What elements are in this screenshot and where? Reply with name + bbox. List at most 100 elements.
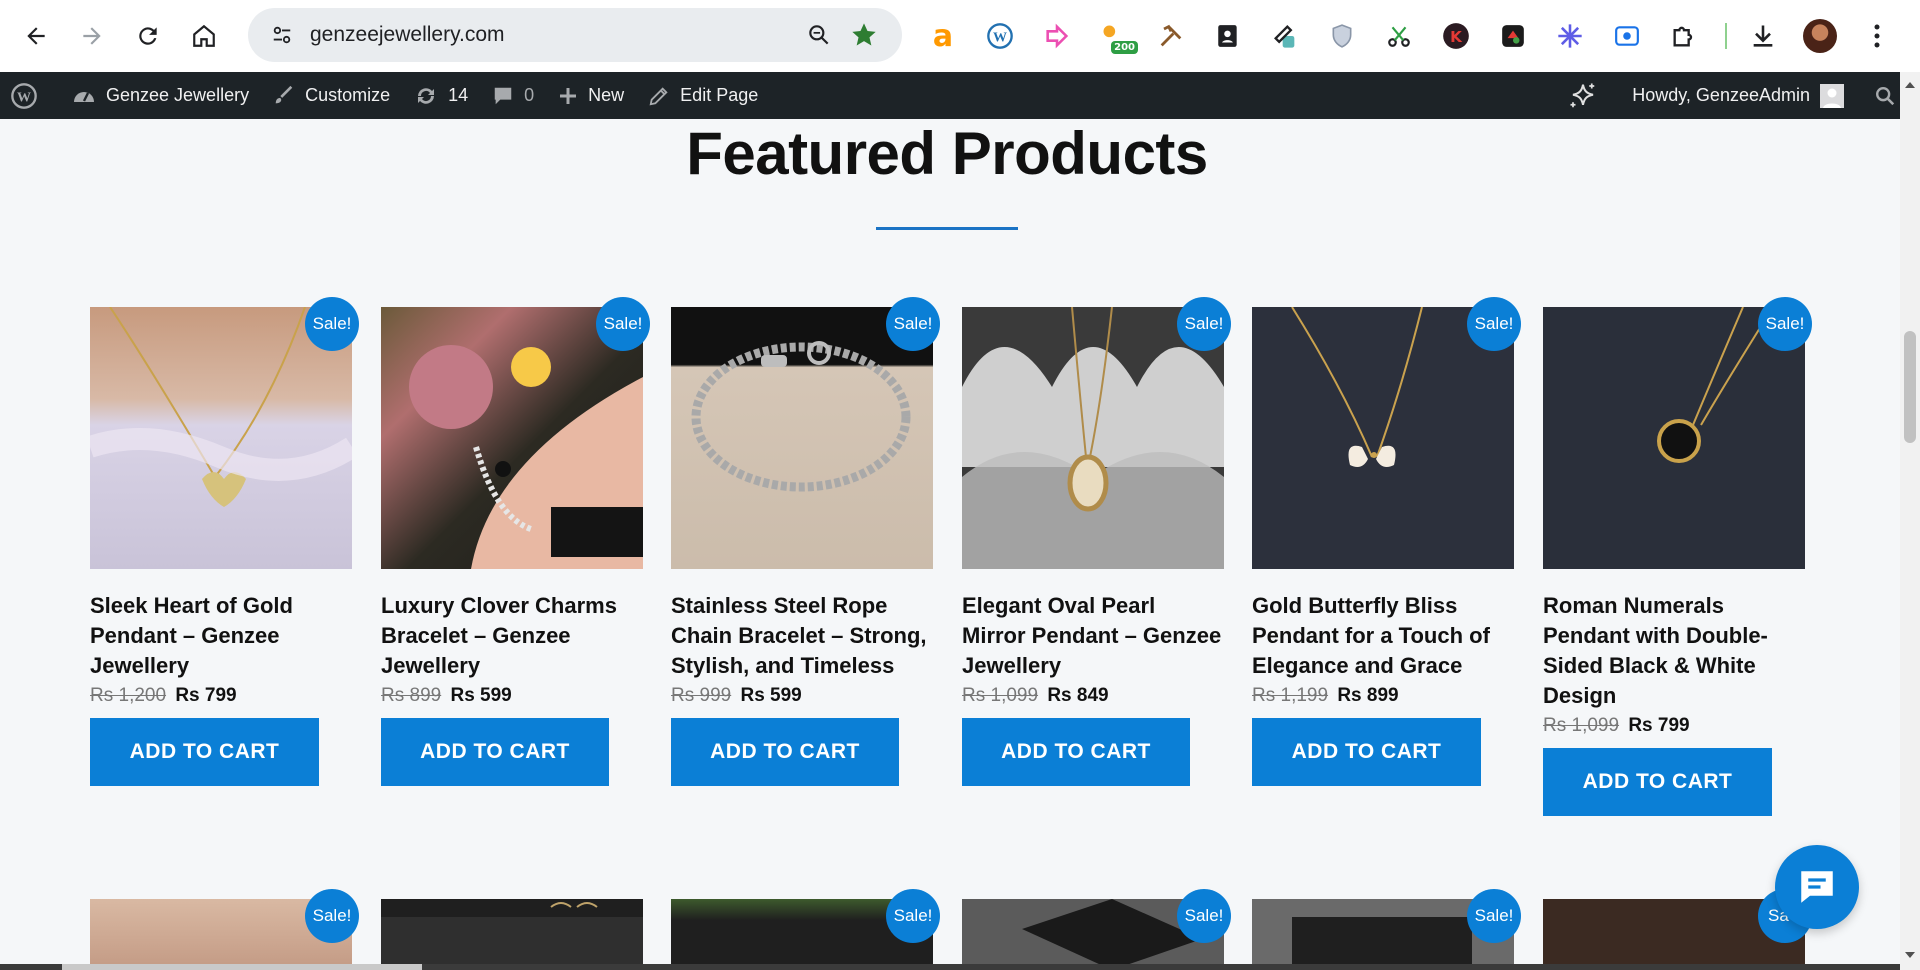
- regular-price: Rs 1,200: [90, 685, 167, 706]
- horizontal-scroll-thumb[interactable]: [62, 964, 422, 970]
- extension-badge: 200: [1111, 41, 1138, 54]
- site-name-menu[interactable]: Genzee Jewellery: [60, 72, 261, 119]
- arrow-left-icon: [27, 27, 45, 45]
- arrow-right-icon: [83, 27, 101, 45]
- profile-avatar[interactable]: [1802, 18, 1838, 54]
- add-to-cart-button[interactable]: ADD TO CART: [90, 718, 319, 786]
- puzzle-extensions-icon[interactable]: [1666, 18, 1702, 54]
- page-scrollbar[interactable]: [1900, 72, 1920, 970]
- updates-menu[interactable]: 14: [402, 72, 480, 119]
- chat-button[interactable]: [1775, 845, 1859, 929]
- sale-badge: Sale!: [1177, 297, 1231, 351]
- horizontal-scroll-strip: [0, 964, 1900, 970]
- sale-badge: Sale!: [1467, 889, 1521, 943]
- product-image-butterfly-pendant[interactable]: [1252, 307, 1514, 569]
- necklace-illustration: [90, 307, 352, 507]
- product-price: Rs 899 Rs 599: [381, 685, 643, 707]
- address-bar[interactable]: genzeejewellery.com: [248, 8, 902, 62]
- product-image-heart-pendant[interactable]: [90, 307, 352, 569]
- product-price: Rs 1,199 Rs 899: [1252, 685, 1514, 707]
- svg-text:W: W: [17, 90, 31, 105]
- scroll-up-arrow[interactable]: [1905, 82, 1915, 88]
- forward-button[interactable]: [70, 14, 114, 58]
- wordpress-extension-icon[interactable]: W: [982, 18, 1018, 54]
- home-icon: [193, 24, 215, 47]
- paintbrush-icon: [275, 85, 293, 103]
- product-card: Sale! Elegant Oval Pearl Mirror Pendant …: [962, 297, 1231, 786]
- sparkle-extension-icon[interactable]: [1552, 18, 1588, 54]
- sale-price: Rs 599: [450, 685, 512, 706]
- url-text[interactable]: genzeejewellery.com: [310, 23, 505, 47]
- product-name[interactable]: Roman Numerals Pendant with Double-Sided…: [1543, 591, 1805, 711]
- back-button[interactable]: [14, 14, 58, 58]
- edit-page-menu[interactable]: Edit Page: [636, 72, 770, 119]
- product-name[interactable]: Stainless Steel Rope Chain Bracelet – St…: [671, 591, 933, 681]
- title-underline: [876, 227, 1018, 230]
- product-image-rope-bracelet[interactable]: [671, 307, 933, 569]
- regular-price: Rs 1,099: [1543, 715, 1620, 736]
- sale-price: Rs 599: [740, 685, 802, 706]
- sale-price: Rs 799: [175, 685, 237, 706]
- new-content-menu[interactable]: New: [546, 72, 636, 119]
- shield-extension-icon[interactable]: [1324, 18, 1360, 54]
- browser-toolbar: genzeejewellery.com a W 200 K: [0, 0, 1920, 72]
- dashboard-gauge-icon: [74, 91, 94, 102]
- arrow-extension-icon[interactable]: [1039, 18, 1075, 54]
- sale-badge: Sale!: [1177, 889, 1231, 943]
- add-to-cart-button[interactable]: ADD TO CART: [1543, 748, 1772, 816]
- add-to-cart-button[interactable]: ADD TO CART: [962, 718, 1190, 786]
- product-image-oval-pearl-pendant[interactable]: [962, 307, 1224, 569]
- contacts-extension-icon[interactable]: [1210, 18, 1246, 54]
- ai-sparkle-button[interactable]: [1556, 72, 1620, 119]
- add-to-cart-button[interactable]: ADD TO CART: [671, 718, 899, 786]
- product-card: Sale! Luxury Clover Charms Bracelet – Ge…: [381, 297, 650, 786]
- avatar: [1803, 19, 1837, 53]
- scroll-down-arrow[interactable]: [1905, 952, 1915, 958]
- color-extension-icon[interactable]: [1495, 18, 1531, 54]
- product-price: Rs 1,200 Rs 799: [90, 685, 352, 707]
- add-to-cart-button[interactable]: ADD TO CART: [381, 718, 609, 786]
- regular-price: Rs 899: [381, 685, 442, 706]
- product-image-partial[interactable]: [381, 899, 643, 970]
- product-name[interactable]: Sleek Heart of Gold Pendant – Genzee Jew…: [90, 591, 352, 681]
- sale-badge: Sale!: [886, 297, 940, 351]
- eyedropper-extension-icon[interactable]: [1267, 18, 1303, 54]
- sale-badge: Sale!: [305, 297, 359, 351]
- scroll-thumb[interactable]: [1904, 331, 1916, 443]
- howdy-text: Howdy, GenzeeAdmin: [1632, 85, 1810, 105]
- site-settings-icon[interactable]: [264, 17, 300, 53]
- menu-kebab-icon[interactable]: [1859, 18, 1895, 54]
- bookmark-star-icon[interactable]: [850, 21, 878, 54]
- wp-logo-menu[interactable]: W: [0, 72, 60, 119]
- packaging-illustration: [381, 902, 643, 970]
- butterfly-illustration: [1291, 307, 1423, 467]
- amazon-extension-icon[interactable]: a: [925, 18, 961, 54]
- customize-menu[interactable]: Customize: [261, 72, 402, 119]
- sale-price: Rs 849: [1047, 685, 1109, 706]
- my-account-menu[interactable]: Howdy, GenzeeAdmin: [1620, 72, 1862, 119]
- download-icon[interactable]: [1745, 18, 1781, 54]
- zoom-icon[interactable]: [806, 22, 832, 53]
- reload-button[interactable]: [126, 14, 170, 58]
- product-name[interactable]: Gold Butterfly Bliss Pendant for a Touch…: [1252, 591, 1514, 681]
- svg-text:W: W: [993, 30, 1007, 45]
- comments-count: 0: [524, 85, 535, 105]
- home-button[interactable]: [182, 14, 226, 58]
- product-image-clover-bracelet[interactable]: [381, 307, 643, 569]
- sale-price: Rs 799: [1628, 715, 1690, 736]
- new-label: New: [588, 85, 625, 105]
- add-to-cart-button[interactable]: ADD TO CART: [1252, 718, 1481, 786]
- screen-recorder-extension-icon[interactable]: [1609, 18, 1645, 54]
- product-card: Sale! Roman Numerals Pendant with Double…: [1543, 297, 1812, 816]
- k-extension-icon[interactable]: K: [1438, 18, 1474, 54]
- customize-label: Customize: [305, 85, 391, 105]
- scissors-extension-icon[interactable]: [1381, 18, 1417, 54]
- bracelet-illustration: [409, 345, 643, 569]
- tools-extension-icon[interactable]: [1153, 18, 1189, 54]
- section-title: Featured Products: [686, 120, 1208, 187]
- badge-extension-icon[interactable]: 200: [1096, 18, 1138, 54]
- product-name[interactable]: Elegant Oval Pearl Mirror Pendant – Genz…: [962, 591, 1224, 681]
- comments-menu[interactable]: 0: [480, 72, 546, 119]
- product-image-roman-numerals-pendant[interactable]: [1543, 307, 1805, 569]
- product-name[interactable]: Luxury Clover Charms Bracelet – Genzee J…: [381, 591, 643, 681]
